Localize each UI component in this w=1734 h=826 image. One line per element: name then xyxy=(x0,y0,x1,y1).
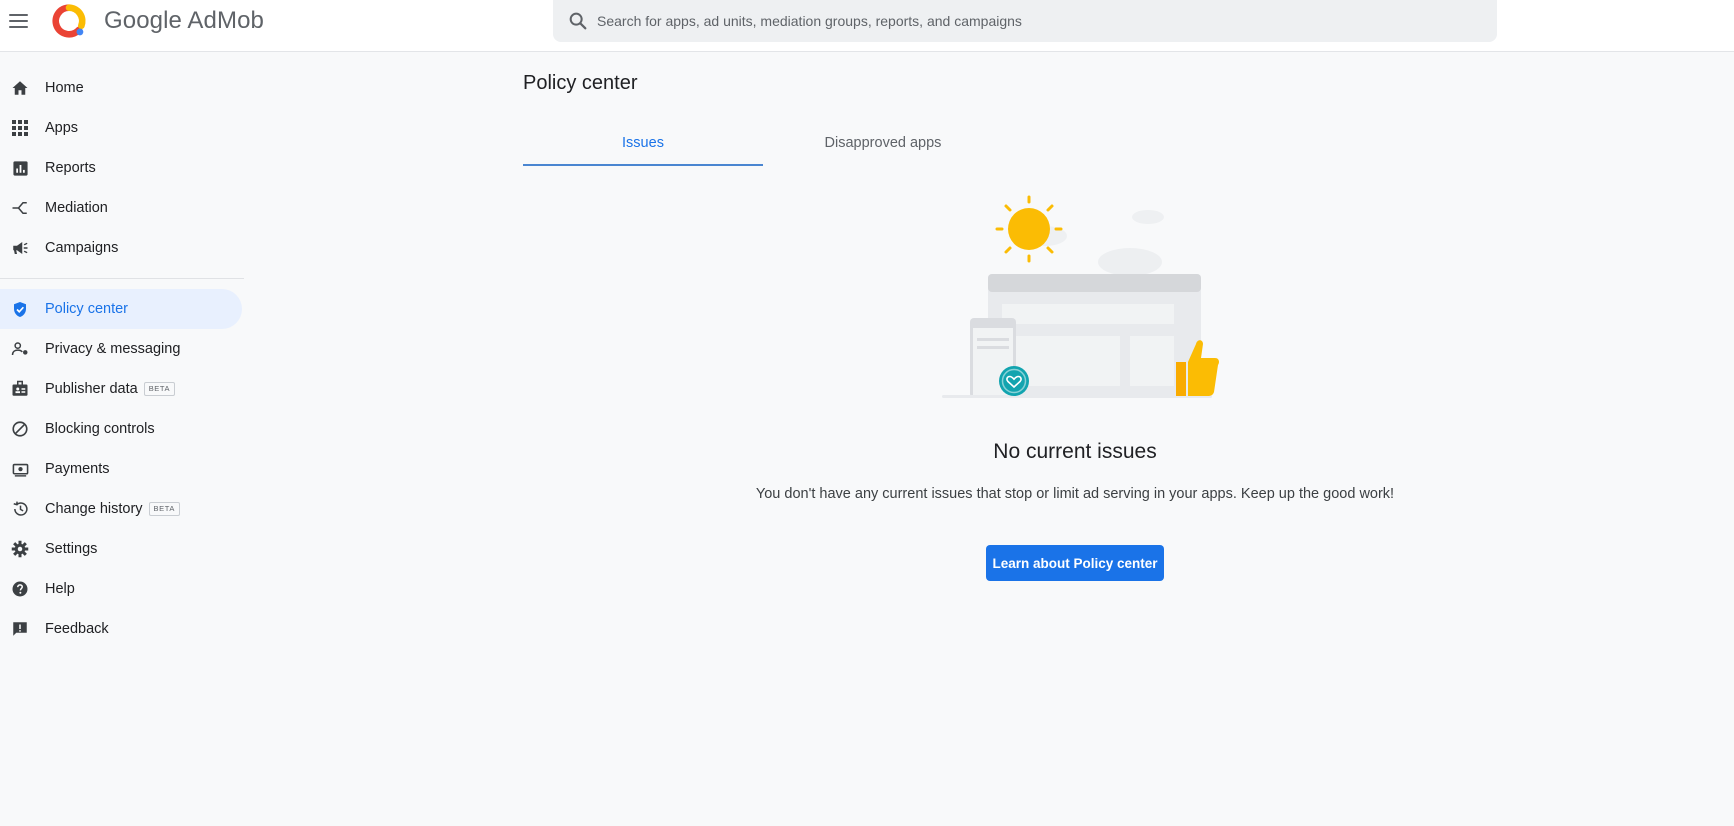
privacy-icon xyxy=(10,339,30,359)
heart-icon xyxy=(999,366,1029,396)
top-app-bar: Google AdMob xyxy=(0,0,1734,52)
sidebar-item-publisher-data[interactable]: Publisher data BETA xyxy=(0,369,242,409)
home-icon xyxy=(10,78,30,98)
sidebar-item-label: Home xyxy=(45,80,84,96)
search-input[interactable] xyxy=(597,13,1477,29)
search-icon xyxy=(569,12,587,30)
sidebar-item-campaigns[interactable]: Campaigns xyxy=(0,228,242,268)
feedback-icon xyxy=(10,619,30,639)
brand-name: Google AdMob xyxy=(104,7,264,34)
sidebar-item-label: Publisher data xyxy=(45,381,138,397)
sidebar-item-reports[interactable]: Reports xyxy=(0,148,242,188)
gear-icon xyxy=(10,539,30,559)
sidebar-item-label: Change history xyxy=(45,501,143,517)
sidebar-nav: Home Apps Reports Mediation Campaigns Po… xyxy=(0,68,244,649)
sidebar-item-settings[interactable]: Settings xyxy=(0,529,242,569)
apps-grid-icon xyxy=(10,118,30,138)
tab-issues[interactable]: Issues xyxy=(523,120,763,166)
sidebar-item-label: Privacy & messaging xyxy=(45,341,181,357)
no-issues-illustration xyxy=(942,195,1219,398)
publisher-data-icon xyxy=(10,379,30,399)
sidebar-item-label: Settings xyxy=(45,541,98,557)
help-icon xyxy=(10,579,30,599)
beta-badge: BETA xyxy=(143,382,176,396)
reports-icon xyxy=(10,158,30,178)
search-bar[interactable] xyxy=(553,0,1497,42)
sidebar-item-label: Mediation xyxy=(45,200,108,216)
page-title: Policy center xyxy=(523,72,638,94)
admob-logo[interactable] xyxy=(50,2,88,40)
sidebar-item-privacy-messaging[interactable]: Privacy & messaging xyxy=(0,329,242,369)
learn-about-policy-center-button[interactable]: Learn about Policy center xyxy=(986,545,1164,581)
tab-disapproved-apps[interactable]: Disapproved apps xyxy=(763,120,1003,166)
main-menu-icon[interactable] xyxy=(9,10,31,32)
sidebar-divider xyxy=(0,278,244,279)
sidebar-item-mediation[interactable]: Mediation xyxy=(0,188,242,228)
sidebar-item-apps[interactable]: Apps xyxy=(0,108,242,148)
shield-check-icon xyxy=(10,299,30,319)
sidebar-item-policy-center[interactable]: Policy center xyxy=(0,289,242,329)
sidebar-item-label: Reports xyxy=(45,160,96,176)
sidebar-item-label: Apps xyxy=(45,120,79,136)
tab-bar: Issues Disapproved apps xyxy=(523,120,1003,166)
sidebar-item-feedback[interactable]: Feedback xyxy=(0,609,242,649)
sidebar-item-label: Blocking controls xyxy=(45,421,155,437)
sidebar-item-label: Help xyxy=(45,581,75,597)
sidebar-item-label: Campaigns xyxy=(45,240,119,256)
history-icon xyxy=(10,499,30,519)
beta-badge: BETA xyxy=(148,502,180,516)
empty-state-title: No current issues xyxy=(993,440,1157,463)
empty-state-description: You don't have any current issues that s… xyxy=(755,486,1395,502)
block-icon xyxy=(10,419,30,439)
sidebar-item-help[interactable]: Help xyxy=(0,569,242,609)
campaigns-icon xyxy=(10,238,30,258)
sidebar-item-label: Policy center xyxy=(45,301,129,317)
sidebar-item-home[interactable]: Home xyxy=(0,68,242,108)
mediation-icon xyxy=(10,198,30,218)
sidebar-item-label: Feedback xyxy=(45,621,109,637)
